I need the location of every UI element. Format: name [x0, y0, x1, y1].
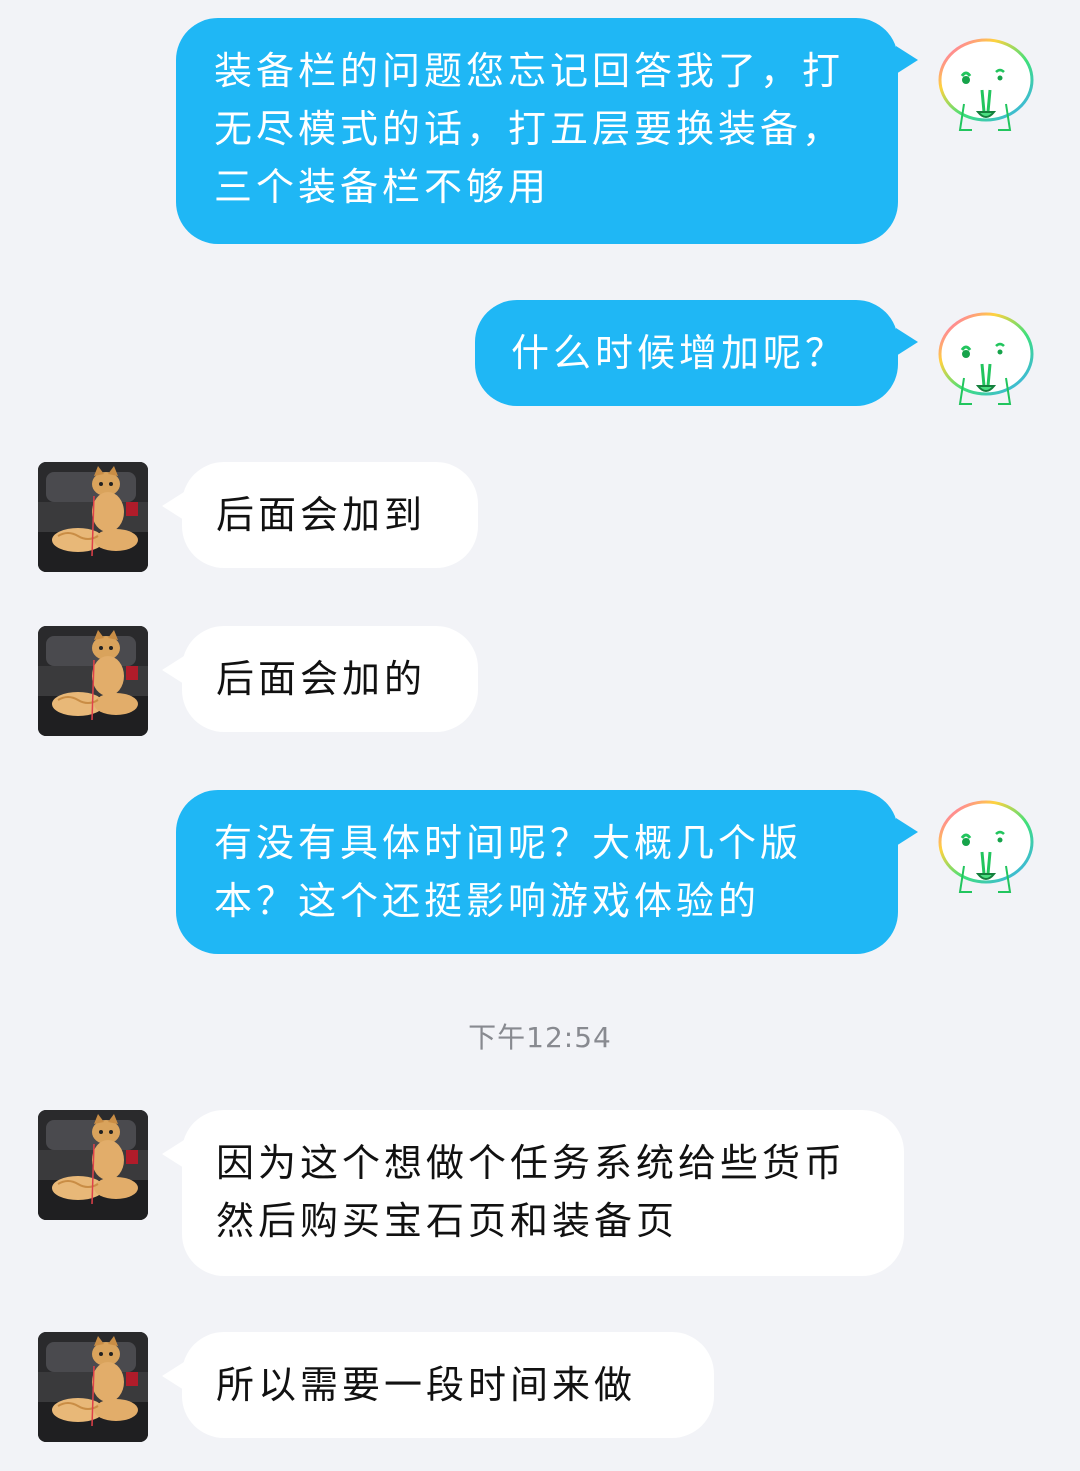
message-row-incoming: 后面会加的 — [0, 626, 1080, 736]
incoming-message-bubble[interactable]: 后面会加的 — [182, 626, 478, 732]
message-row-outgoing: 装备栏的问题您忘记回答我了，打无尽模式的话，打五层要换装备，三个装备栏不够用 — [0, 18, 1080, 244]
outgoing-message-bubble[interactable]: 装备栏的问题您忘记回答我了，打无尽模式的话，打五层要换装备，三个装备栏不够用 — [176, 18, 898, 244]
outgoing-message-bubble[interactable]: 什么时候增加呢？ — [475, 300, 898, 406]
bubble-tail — [162, 1140, 184, 1168]
bubble-tail — [896, 818, 918, 846]
message-text: 因为这个想做个任务系统给些货币 然后购买宝石页和装备页 — [216, 1141, 847, 1243]
message-text: 所以需要一段时间来做 — [216, 1363, 637, 1407]
message-text: 什么时候增加呢？ — [511, 331, 848, 375]
self-avatar-icon[interactable] — [934, 308, 1038, 412]
outgoing-message-bubble[interactable]: 有没有具体时间呢？大概几个版本？这个还挺影响游戏体验的 — [176, 790, 898, 954]
message-row-incoming: 所以需要一段时间来做 — [0, 1332, 1080, 1442]
bubble-tail — [896, 328, 918, 356]
bubble-tail — [162, 656, 184, 684]
contact-avatar-icon[interactable] — [38, 462, 148, 572]
bubble-tail — [162, 492, 184, 520]
message-text: 装备栏的问题您忘记回答我了，打无尽模式的话，打五层要换装备，三个装备栏不够用 — [214, 49, 845, 209]
message-row-outgoing: 什么时候增加呢？ — [0, 300, 1080, 406]
message-row-outgoing: 有没有具体时间呢？大概几个版本？这个还挺影响游戏体验的 — [0, 790, 1080, 954]
bubble-tail — [896, 46, 918, 74]
self-avatar-icon[interactable] — [934, 796, 1038, 900]
incoming-message-bubble[interactable]: 所以需要一段时间来做 — [182, 1332, 714, 1438]
message-text: 后面会加到 — [216, 493, 427, 537]
message-timestamp: 下午12:54 — [468, 1021, 612, 1054]
message-text: 有没有具体时间呢？大概几个版本？这个还挺影响游戏体验的 — [214, 821, 803, 923]
contact-avatar-icon[interactable] — [38, 626, 148, 736]
incoming-message-bubble[interactable]: 因为这个想做个任务系统给些货币 然后购买宝石页和装备页 — [182, 1110, 904, 1276]
contact-avatar-icon[interactable] — [38, 1332, 148, 1442]
bubble-tail — [162, 1362, 184, 1390]
self-avatar-icon[interactable] — [934, 34, 1038, 138]
contact-avatar-icon[interactable] — [38, 1110, 148, 1220]
message-row-incoming: 后面会加到 — [0, 462, 1080, 572]
message-row-incoming: 因为这个想做个任务系统给些货币 然后购买宝石页和装备页 — [0, 1110, 1080, 1276]
message-text: 后面会加的 — [216, 657, 427, 701]
incoming-message-bubble[interactable]: 后面会加到 — [182, 462, 478, 568]
